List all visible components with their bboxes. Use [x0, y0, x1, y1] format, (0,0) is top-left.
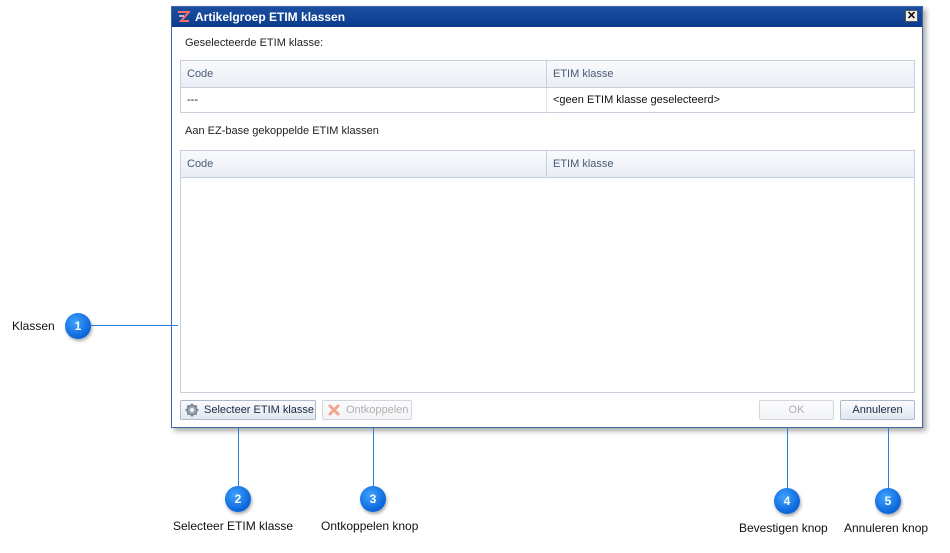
ok-button[interactable]: OK	[759, 400, 834, 420]
callout-badge-1: 1	[65, 313, 91, 339]
column-header-etim-class[interactable]: ETIM klasse	[547, 61, 914, 87]
row-etim-class-cell: <geen ETIM klasse geselecteerd>	[553, 94, 720, 106]
linked-classes-grid[interactable]: Code ETIM klasse	[180, 150, 915, 393]
selected-class-grid: Code ETIM klasse --- <geen ETIM klasse g…	[180, 60, 915, 113]
close-button[interactable]: ✕	[905, 10, 918, 22]
row-code-cell: ---	[181, 88, 547, 113]
select-etim-class-button[interactable]: Selecteer ETIM klasse	[180, 400, 316, 420]
title-bar[interactable]: Artikelgroep ETIM klassen ✕	[172, 7, 922, 27]
callout-badge-2: 2	[225, 486, 251, 512]
column-header-code[interactable]: Code	[181, 151, 547, 177]
connector-line-5	[888, 428, 889, 488]
callout-label-5: Annuleren knop	[844, 521, 929, 535]
select-button-label: Selecteer ETIM klasse	[204, 404, 315, 416]
column-header-etim-class[interactable]: ETIM klasse	[547, 151, 914, 177]
cancel-button-label: Annuleren	[852, 404, 903, 416]
etim-dialog: Artikelgroep ETIM klassen ✕ Geselecteerd…	[171, 6, 923, 428]
gear-icon	[185, 403, 199, 417]
connector-line-3	[373, 428, 374, 486]
linked-classes-label: Aan EZ-base gekoppelde ETIM klassen	[185, 125, 379, 137]
grid-header: Code ETIM klasse	[181, 61, 914, 88]
table-row[interactable]: --- <geen ETIM klasse geselecteerd>	[181, 88, 914, 113]
callout-label-1: Klassen	[12, 319, 55, 333]
callout-badge-3: 3	[360, 486, 386, 512]
dialog-title: Artikelgroep ETIM klassen	[195, 10, 346, 24]
column-header-code[interactable]: Code	[181, 61, 547, 87]
callout-label-4: Bevestigen knop	[739, 521, 828, 535]
callout-label-3: Ontkoppelen knop	[321, 519, 419, 533]
etim-app-icon	[178, 11, 190, 22]
ok-button-label: OK	[788, 404, 805, 416]
connector-line-4	[787, 428, 788, 488]
close-icon: ✕	[906, 10, 917, 22]
cancel-button[interactable]: Annuleren	[840, 400, 915, 420]
unlink-x-icon	[328, 404, 340, 416]
callout-badge-5: 5	[875, 488, 901, 514]
callout-label-2: Selecteer ETIM klasse	[173, 519, 294, 533]
callout-badge-4: 4	[774, 488, 800, 514]
connector-line-2	[238, 428, 239, 486]
connector-line-1	[90, 325, 178, 326]
grid-header: Code ETIM klasse	[181, 151, 914, 178]
selected-class-label: Geselecteerde ETIM klasse:	[185, 37, 324, 49]
unlink-button-label: Ontkoppelen	[346, 404, 409, 416]
unlink-button[interactable]: Ontkoppelen	[322, 400, 412, 420]
